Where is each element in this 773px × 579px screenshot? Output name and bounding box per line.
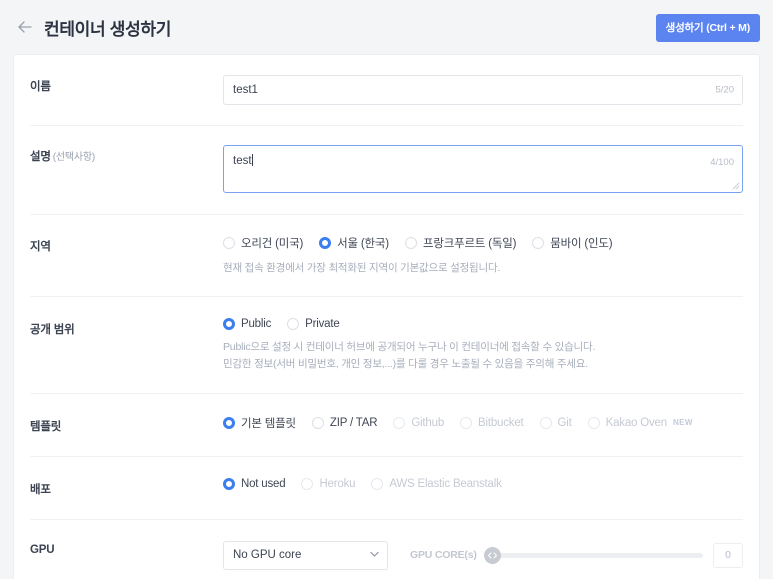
- create-container-button[interactable]: 생성하기 (Ctrl + M): [655, 14, 760, 42]
- slider-track: [483, 552, 703, 558]
- description-textarea[interactable]: test: [223, 145, 743, 193]
- deploy-radio-group: Not used Heroku AWS Elastic Beanstalk: [223, 477, 743, 490]
- radio-circle-icon: [404, 237, 417, 249]
- radio-label: Not used: [241, 477, 286, 490]
- label-scope: 공개 범위: [30, 324, 75, 337]
- page-title: 컨테이너 생성하기: [44, 19, 172, 39]
- radio-label: Bitbucket: [478, 416, 524, 429]
- radio-template-1[interactable]: ZIP / TAR: [311, 416, 378, 429]
- radio-circle-selected-icon: [319, 237, 332, 249]
- radio-circle-selected-icon: [223, 318, 235, 331]
- scope-radio-group: Public Private: [223, 318, 743, 331]
- form-row-description: 설명 (선택사항) test 4/100: [14, 125, 759, 214]
- radio-circle-icon: [311, 416, 324, 429]
- radio-scope-public[interactable]: Public: [223, 318, 272, 331]
- label-deploy: 배포: [30, 483, 51, 496]
- radio-circle-icon: [393, 416, 406, 429]
- arrow-left-icon[interactable]: [14, 16, 36, 38]
- label-gpu: GPU: [30, 543, 55, 556]
- radio-label: Github: [411, 416, 445, 429]
- radio-label: 오리건 (미국): [241, 238, 304, 250]
- radio-template-0[interactable]: 기본 템플릿: [223, 415, 296, 431]
- radio-label: 기본 템플릿: [241, 417, 296, 430]
- label-template: 템플릿: [30, 420, 62, 433]
- text-caret: [251, 154, 253, 166]
- radio-region-3[interactable]: 뭄바이 (인도): [532, 235, 613, 251]
- radio-scope-private[interactable]: Private: [287, 318, 340, 331]
- container-create-page: 컨테이너 생성하기 생성하기 (Ctrl + M) 이름 5/20 설명(선택사…: [0, 0, 773, 579]
- radio-label: Heroku: [319, 477, 356, 490]
- description-text: test: [233, 155, 252, 167]
- gpu-controls: No GPU core GPU CORE(s) 0: [223, 540, 743, 570]
- left-right-arrows-icon[interactable]: [483, 546, 501, 564]
- label-region: 지역: [30, 241, 51, 253]
- radio-region-2[interactable]: 프랑크푸르트 (독일): [404, 235, 517, 251]
- radio-label: AWS Elastic Beanstalk: [389, 477, 502, 490]
- radio-circle-icon: [532, 237, 545, 249]
- gpu-select-wrap: No GPU core: [223, 540, 388, 570]
- description-textarea-wrap: test 4/100: [223, 145, 743, 193]
- radio-label: Public: [241, 318, 272, 331]
- label-description-optional: (선택사항): [52, 152, 96, 163]
- region-help-text: 현재 접속 환경에서 가장 최적화된 지역이 기본값으로 설정됩니다.: [223, 262, 501, 274]
- form-row-region: 지역 오리건 (미국) 서울 (한국) 프랑크푸르트 (독일) 뭄바이 (인도)…: [14, 214, 759, 296]
- name-input-wrap: 5/20: [223, 75, 743, 105]
- form-card: 이름 5/20 설명(선택사항) test 4/100: [13, 54, 760, 579]
- radio-template-4: Git: [539, 416, 572, 429]
- form-row-name: 이름 5/20: [14, 55, 759, 125]
- radio-label: 서울 (한국): [337, 238, 389, 250]
- form-row-template: 템플릿 기본 템플릿 ZIP / TAR Github Bitbucket Gi…: [14, 392, 759, 456]
- radio-deploy-2: AWS Elastic Beanstalk: [371, 477, 502, 490]
- radio-circle-icon: [539, 416, 552, 429]
- radio-label: Private: [305, 318, 340, 331]
- radio-circle-selected-icon: [223, 416, 235, 429]
- radio-circle-icon: [587, 416, 600, 429]
- template-radio-group: 기본 템플릿 ZIP / TAR Github Bitbucket Git Ka…: [223, 415, 743, 431]
- radio-circle-icon: [287, 318, 300, 331]
- gpu-core-select[interactable]: No GPU core: [223, 540, 388, 570]
- scope-help-line-2: 민감한 정보(서버 비밀번호, 개인 정보,...)를 다룰 경우 노출될 수 …: [223, 357, 588, 370]
- radio-template-3: Bitbucket: [460, 416, 524, 429]
- label-description-text: 설명: [30, 151, 51, 163]
- radio-label: 프랑크푸르트 (독일): [422, 238, 517, 250]
- form-row-gpu: GPU No GPU core GPU CORE(s) 0: [14, 518, 759, 579]
- radio-circle-icon: [371, 477, 384, 490]
- scope-help-text: Public으로 설정 시 컨테이너 허브에 공개되어 누구나 이 컨테이너에 …: [223, 339, 743, 372]
- radio-region-1[interactable]: 서울 (한국): [319, 235, 389, 251]
- region-radio-group: 오리건 (미국) 서울 (한국) 프랑크푸르트 (독일) 뭄바이 (인도): [223, 235, 743, 251]
- new-badge: NEW: [672, 418, 693, 428]
- form-row-scope: 공개 범위 Public Private Public으로 설정 시 컨테이너 …: [14, 296, 759, 393]
- gpu-core-value: 0: [713, 542, 743, 568]
- label-name: 이름: [30, 81, 51, 93]
- radio-label: ZIP / TAR: [329, 416, 378, 429]
- radio-template-2: Github: [393, 416, 445, 429]
- radio-circle-icon: [460, 416, 473, 429]
- radio-deploy-1: Heroku: [301, 477, 356, 490]
- scope-help-line-1: Public으로 설정 시 컨테이너 허브에 공개되어 누구나 이 컨테이너에 …: [223, 341, 596, 354]
- radio-circle-selected-icon: [223, 477, 235, 490]
- radio-label: Kakao Oven: [605, 416, 667, 429]
- radio-label: Git: [557, 416, 572, 429]
- radio-region-0[interactable]: 오리건 (미국): [223, 235, 303, 251]
- label-description: 설명 (선택사항): [30, 145, 223, 193]
- name-input[interactable]: [223, 75, 743, 105]
- radio-circle-icon: [223, 237, 235, 249]
- radio-label: 뭄바이 (인도): [550, 238, 613, 250]
- radio-circle-icon: [301, 477, 314, 490]
- page-header: 컨테이너 생성하기 생성하기 (Ctrl + M): [0, 0, 773, 54]
- gpu-core-label: GPU CORE(s): [410, 549, 477, 562]
- gpu-core-slider[interactable]: [483, 546, 703, 564]
- form-row-deploy: 배포 Not used Heroku AWS Elastic Beanstalk: [14, 455, 759, 519]
- radio-template-5: Kakao Oven: [587, 416, 667, 429]
- radio-deploy-0[interactable]: Not used: [223, 477, 286, 490]
